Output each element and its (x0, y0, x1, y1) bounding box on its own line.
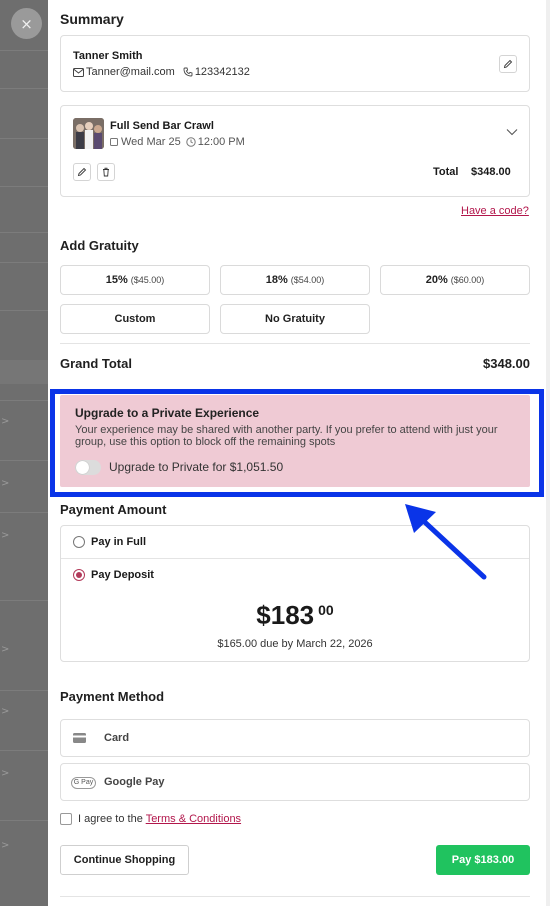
google-pay-icon: G Pay (71, 777, 96, 789)
pencil-icon (77, 167, 87, 177)
edit-customer-button[interactable] (499, 55, 517, 73)
delete-event-button[interactable] (97, 163, 115, 181)
divider (60, 343, 530, 344)
event-date: Wed Mar 25 (121, 136, 181, 148)
event-thumbnail (73, 118, 104, 149)
event-time: 12:00 PM (197, 136, 245, 148)
chevron-down-icon[interactable] (506, 128, 518, 136)
background-page: > > > > > > > (0, 0, 48, 906)
pay-in-full-label[interactable]: Pay in Full (91, 536, 146, 548)
gratuity-amount: ($45.00) (130, 275, 165, 285)
trash-icon (101, 167, 111, 177)
deposit-amount: $183 00 (61, 600, 529, 631)
total-label: Total (433, 166, 459, 178)
page-scrollbar (546, 0, 550, 906)
payment-method-title: Payment Method (60, 689, 165, 704)
customer-name: Tanner Smith (73, 50, 143, 62)
pay-deposit-radio[interactable] (73, 569, 85, 581)
pay-deposit-label[interactable]: Pay Deposit (91, 569, 154, 581)
grand-total-value: $348.00 (483, 356, 530, 371)
pay-in-full-radio[interactable] (73, 536, 85, 548)
highlight-box (50, 389, 544, 497)
card-label: Card (104, 732, 130, 744)
divider (60, 896, 530, 897)
gratuity-percent: 20% (425, 274, 448, 286)
terms-prefix: I agree to the (78, 813, 146, 825)
annotation-arrow-icon (405, 504, 487, 580)
google-pay-label: Google Pay (104, 776, 165, 788)
pay-button[interactable]: Pay $183.00 (436, 845, 530, 875)
google-pay-option[interactable]: G Pay Google Pay (60, 763, 530, 801)
close-button[interactable]: × (11, 8, 42, 39)
phone-icon (183, 67, 193, 77)
terms-link[interactable]: Terms & Conditions (146, 813, 241, 825)
payment-amount-title: Payment Amount (60, 502, 167, 517)
deposit-cents: 00 (318, 602, 334, 618)
credit-card-icon (73, 733, 86, 743)
event-name: Full Send Bar Crawl (110, 120, 214, 132)
gratuity-percent: 15% (105, 274, 128, 286)
gratuity-percent: 18% (265, 274, 288, 286)
deposit-dollars: $183 (256, 600, 315, 630)
customer-card: Tanner Smith Tanner@mail.com 123342132 (60, 35, 530, 92)
close-icon: × (20, 14, 33, 33)
gratuity-title: Add Gratuity (60, 238, 139, 253)
gratuity-option-15[interactable]: 15% ($45.00) (60, 265, 210, 295)
calendar-icon (110, 138, 118, 146)
gratuity-option-20[interactable]: 20% ($60.00) (380, 265, 530, 295)
edit-event-button[interactable] (73, 163, 91, 181)
clock-icon (186, 137, 196, 147)
event-card: Full Send Bar Crawl Wed Mar 25 12:00 PM (60, 105, 530, 197)
continue-shopping-button[interactable]: Continue Shopping (60, 845, 189, 875)
terms-text: I agree to the Terms & Conditions (78, 813, 241, 825)
gratuity-amount: ($54.00) (290, 275, 325, 285)
terms-checkbox[interactable] (60, 813, 72, 825)
total-value: $348.00 (471, 166, 511, 178)
balance-due-note: $165.00 due by March 22, 2026 (217, 638, 373, 650)
pencil-icon (503, 59, 513, 69)
customer-email: Tanner@mail.com (86, 66, 175, 78)
have-a-code-link[interactable]: Have a code? (461, 205, 529, 217)
gratuity-amount: ($60.00) (450, 275, 485, 285)
grand-total-label: Grand Total (60, 356, 132, 371)
customer-phone: 123342132 (194, 66, 250, 78)
no-gratuity-button[interactable]: No Gratuity (220, 304, 370, 334)
summary-title: Summary (60, 11, 124, 27)
gratuity-custom-button[interactable]: Custom (60, 304, 210, 334)
mail-icon (73, 67, 84, 77)
card-payment-option[interactable]: Card (60, 719, 530, 757)
gratuity-option-18[interactable]: 18% ($54.00) (220, 265, 370, 295)
